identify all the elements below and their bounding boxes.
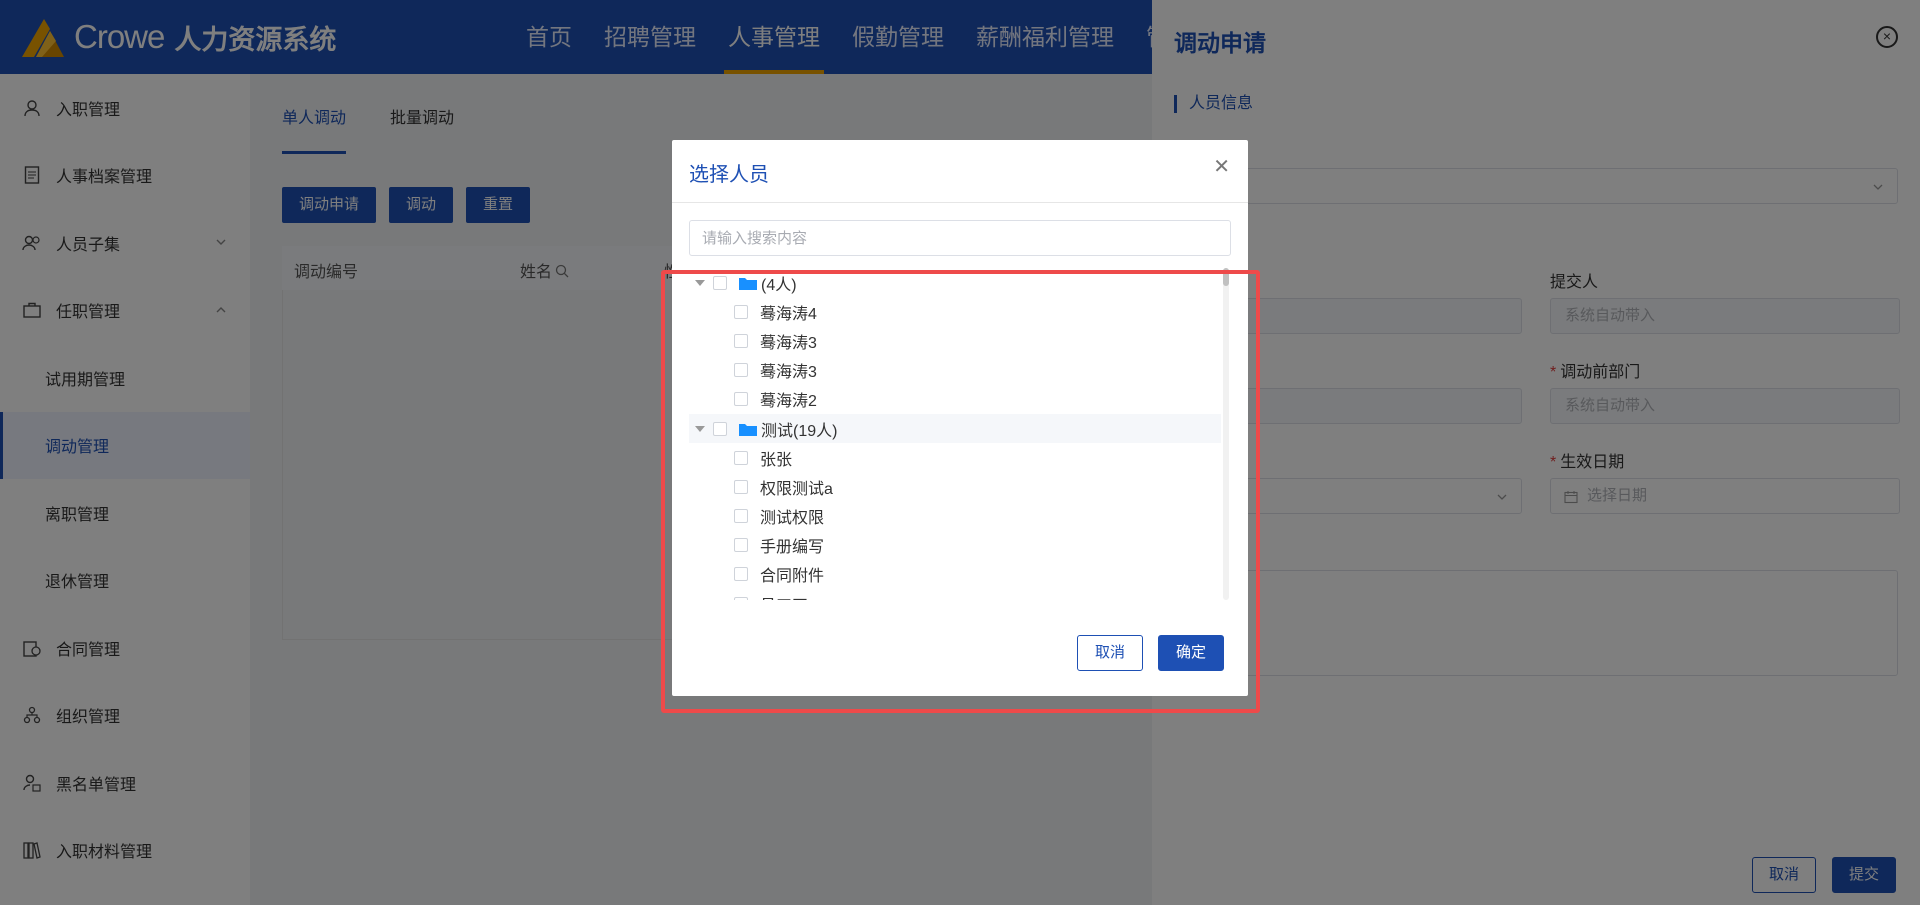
tree-node-label: 员工四 <box>760 592 808 600</box>
tree-node[interactable]: 蓦海涛3 <box>689 356 1221 385</box>
tree-node[interactable]: 员工四 <box>689 589 1221 600</box>
tree-scrollbar[interactable] <box>1223 268 1229 600</box>
tree-node-label: 蓦海涛3 <box>760 364 817 382</box>
tree-node-label: 蓦海涛3 <box>760 334 817 352</box>
tree-node[interactable]: 手册编写 <box>689 531 1221 560</box>
checkbox[interactable] <box>713 275 727 290</box>
modal-cancel-button[interactable]: 取消 <box>1077 635 1143 671</box>
folder-icon <box>739 276 757 290</box>
folder-icon <box>739 422 757 436</box>
tree-node[interactable]: 蓦海涛2 <box>689 385 1221 414</box>
caret-down-icon[interactable] <box>695 425 705 432</box>
tree-node[interactable]: 蓦海涛4 <box>689 297 1221 326</box>
tree-node-label: 蓦海涛4 <box>760 305 817 323</box>
checkbox[interactable] <box>734 509 748 524</box>
tree-node[interactable]: 张张 <box>689 443 1221 472</box>
tree-node-label: 权限测试a <box>760 480 833 498</box>
checkbox[interactable] <box>734 392 748 407</box>
select-person-modal: 选择人员 ✕ (4人) 蓦海涛4 蓦海涛3 蓦海涛3 蓦海涛2 测试(19人) … <box>672 140 1248 696</box>
caret-down-icon[interactable] <box>695 279 705 286</box>
tree-node-label: 手册编写 <box>760 539 825 557</box>
checkbox[interactable] <box>713 421 727 436</box>
tree-node[interactable]: 测试权限 <box>689 502 1221 531</box>
tree-node[interactable]: 蓦海涛3 <box>689 326 1221 355</box>
divider <box>672 202 1248 203</box>
checkbox[interactable] <box>734 450 748 465</box>
tree-node-label: (4人) <box>761 276 797 294</box>
search-input[interactable] <box>689 220 1231 256</box>
tree-node-label: 合同附件 <box>760 568 825 586</box>
modal-title: 选择人员 <box>689 164 769 186</box>
tree-node-label: 蓦海涛2 <box>760 393 817 411</box>
checkbox[interactable] <box>734 538 748 553</box>
scroll-thumb[interactable] <box>1223 268 1229 286</box>
checkbox[interactable] <box>734 479 748 494</box>
checkbox[interactable] <box>734 304 748 319</box>
tree-node[interactable]: 合同附件 <box>689 560 1221 589</box>
checkbox[interactable] <box>734 567 748 582</box>
checkbox[interactable] <box>734 333 748 348</box>
checkbox[interactable] <box>734 596 748 600</box>
tree-node-label: 测试权限 <box>760 510 825 528</box>
checkbox[interactable] <box>734 363 748 378</box>
tree-folder[interactable]: (4人) <box>689 268 1221 297</box>
modal-confirm-button[interactable]: 确定 <box>1158 635 1224 671</box>
tree-folder[interactable]: 测试(19人) <box>689 413 1221 444</box>
close-icon[interactable]: ✕ <box>1213 154 1230 179</box>
person-tree: (4人) 蓦海涛4 蓦海涛3 蓦海涛3 蓦海涛2 测试(19人) 张张 权限测试… <box>689 268 1221 600</box>
tree-node-label: 测试(19人) <box>761 422 838 440</box>
tree-node-label: 张张 <box>760 451 793 469</box>
tree-node[interactable]: 权限测试a <box>689 472 1221 501</box>
